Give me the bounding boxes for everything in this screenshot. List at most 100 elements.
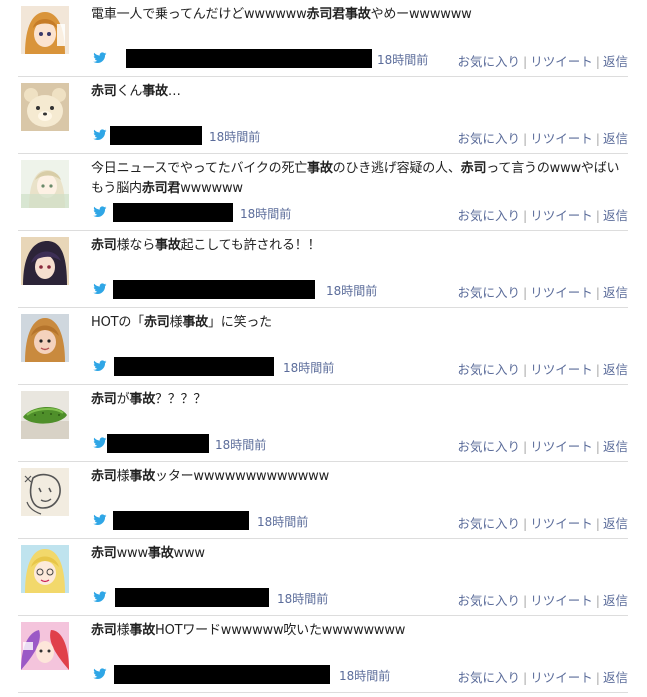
retweet-link[interactable]: リツイート <box>530 439 593 454</box>
tweet-timestamp[interactable]: 18時間前 <box>277 590 328 607</box>
twitter-bird-icon <box>93 283 107 294</box>
favorite-link[interactable]: お気に入り <box>458 208 521 223</box>
anime-girl-avatar[interactable] <box>21 6 69 54</box>
blonde-anime-avatar[interactable] <box>21 545 69 593</box>
highlighted-keyword: 赤司 <box>91 469 117 484</box>
retweet-link[interactable]: リツイート <box>530 516 593 531</box>
tweet-text-segment: が <box>116 392 130 407</box>
highlighted-keyword: 事故 <box>142 84 168 99</box>
twitter-bird-icon <box>93 437 107 448</box>
dark-anime-avatar[interactable] <box>21 237 69 285</box>
colorful-anime-avatar[interactable] <box>21 622 69 670</box>
tweet-text-segment: 様 <box>116 623 130 638</box>
action-separator: | <box>523 593 528 608</box>
tweet-actions: お気に入り | リツイート | 返信 <box>458 359 628 378</box>
action-separator: | <box>595 593 600 608</box>
tweet-text-segment: … <box>167 84 181 99</box>
tweet-meta: 18時間前 お気に入り | リツイート | 返信 <box>93 356 628 378</box>
tweet-actions: お気に入り | リツイート | 返信 <box>458 436 628 455</box>
retweet-link[interactable]: リツイート <box>530 131 593 146</box>
redacted-username <box>114 357 274 376</box>
reply-link[interactable]: 返信 <box>603 670 628 685</box>
retweet-link[interactable]: リツイート <box>530 285 593 300</box>
action-separator: | <box>595 131 600 146</box>
cucumber-avatar[interactable] <box>21 391 69 439</box>
highlighted-keyword: 赤司 <box>91 238 117 253</box>
reply-link[interactable]: 返信 <box>603 208 628 223</box>
reply-link[interactable]: 返信 <box>603 439 628 454</box>
reply-link[interactable]: 返信 <box>603 54 628 69</box>
tweet-timestamp[interactable]: 18時間前 <box>283 359 334 376</box>
reply-link[interactable]: 返信 <box>603 516 628 531</box>
tweet-timestamp[interactable]: 18時間前 <box>215 436 266 453</box>
action-separator: | <box>595 54 600 69</box>
tweet-actions: お気に入り | リツイート | 返信 <box>458 282 628 301</box>
reply-link[interactable]: 返信 <box>603 131 628 146</box>
favorite-link[interactable]: お気に入り <box>458 593 521 608</box>
tweet-item: 電車一人で乗ってんだけどwwwwww赤司君事故やめーwwwwww 18時間前 お… <box>18 0 628 77</box>
bear-plush-avatar[interactable] <box>21 83 69 131</box>
tweet-actions: お気に入り | リツイート | 返信 <box>458 128 628 147</box>
tweet-timestamp[interactable]: 18時間前 <box>377 51 428 68</box>
highlighted-keyword: 事故 <box>147 546 174 561</box>
tweet-text-segment: www <box>173 546 206 561</box>
favorite-link[interactable]: お気に入り <box>458 670 521 685</box>
highlighted-keyword: 赤司 <box>143 315 170 330</box>
tweet-meta: 18時間前 お気に入り | リツイート | 返信 <box>93 48 628 70</box>
tweet-timestamp[interactable]: 18時間前 <box>326 282 377 299</box>
retweet-link[interactable]: リツイート <box>530 670 593 685</box>
tweet-text-segment: やめーwwwwww <box>370 7 472 22</box>
redacted-username <box>107 434 209 453</box>
twitter-bird-icon <box>93 360 107 371</box>
redacted-username <box>110 126 202 145</box>
retweet-link[interactable]: リツイート <box>530 208 593 223</box>
highlighted-keyword: 赤司 <box>91 392 117 407</box>
tweet-actions: お気に入り | リツイート | 返信 <box>458 590 628 609</box>
favorite-link[interactable]: お気に入り <box>458 362 521 377</box>
tweet-text-segment: 起こしても許される！！ <box>180 238 321 253</box>
redacted-username <box>113 511 249 530</box>
tweet-meta: 18時間前 お気に入り | リツイート | 返信 <box>93 510 628 532</box>
tweet-text: 赤司様なら事故起こしても許される！！ <box>91 236 626 256</box>
action-separator: | <box>523 670 528 685</box>
tweet-timestamp[interactable]: 18時間前 <box>339 667 390 684</box>
sketch-avatar[interactable] <box>21 468 69 516</box>
tweet-text-segment: のひき逃げ容疑の人、 <box>332 161 461 176</box>
redacted-username <box>113 203 233 222</box>
favorite-link[interactable]: お気に入り <box>458 439 521 454</box>
retweet-link[interactable]: リツイート <box>530 593 593 608</box>
retweet-link[interactable]: リツイート <box>530 54 593 69</box>
tweet-timestamp[interactable]: 18時間前 <box>209 128 260 145</box>
favorite-link[interactable]: お気に入り <box>458 54 521 69</box>
twitter-bird-icon <box>93 52 107 63</box>
tweet-meta: 18時間前 お気に入り | リツイート | 返信 <box>93 587 628 609</box>
tweet-text: 赤司様事故ッターwwwwwwwwwwwww <box>91 467 626 487</box>
tweet-text-segment: www <box>116 546 149 561</box>
tweet-timestamp[interactable]: 18時間前 <box>240 205 291 222</box>
light-anime-avatar[interactable] <box>21 160 69 208</box>
tweet-timestamp[interactable]: 18時間前 <box>257 513 308 530</box>
highlighted-keyword: 赤司 <box>91 623 117 638</box>
retweet-link[interactable]: リツイート <box>530 362 593 377</box>
action-separator: | <box>595 439 600 454</box>
tweet-item: 今日ニュースでやってたバイクの死亡事故のひき逃げ容疑の人、赤司って言うのwwwや… <box>18 154 628 231</box>
photo-girl-avatar[interactable] <box>21 314 69 362</box>
reply-link[interactable]: 返信 <box>603 362 628 377</box>
tweet-actions: お気に入り | リツイート | 返信 <box>458 513 628 532</box>
action-separator: | <box>595 208 600 223</box>
action-separator: | <box>523 285 528 300</box>
action-separator: | <box>523 516 528 531</box>
highlighted-keyword: 事故 <box>182 315 208 330</box>
highlighted-keyword: 赤司君 <box>141 181 181 196</box>
reply-link[interactable]: 返信 <box>603 593 628 608</box>
favorite-link[interactable]: お気に入り <box>458 516 521 531</box>
favorite-link[interactable]: お気に入り <box>458 131 521 146</box>
reply-link[interactable]: 返信 <box>603 285 628 300</box>
tweet-actions: お気に入り | リツイート | 返信 <box>458 205 628 224</box>
tweet-meta: 18時間前 お気に入り | リツイート | 返信 <box>93 664 628 686</box>
tweet-actions: お気に入り | リツイート | 返信 <box>458 51 628 70</box>
highlighted-keyword: 事故 <box>155 238 181 253</box>
twitter-bird-icon <box>93 129 107 140</box>
action-separator: | <box>595 285 600 300</box>
favorite-link[interactable]: お気に入り <box>458 285 521 300</box>
